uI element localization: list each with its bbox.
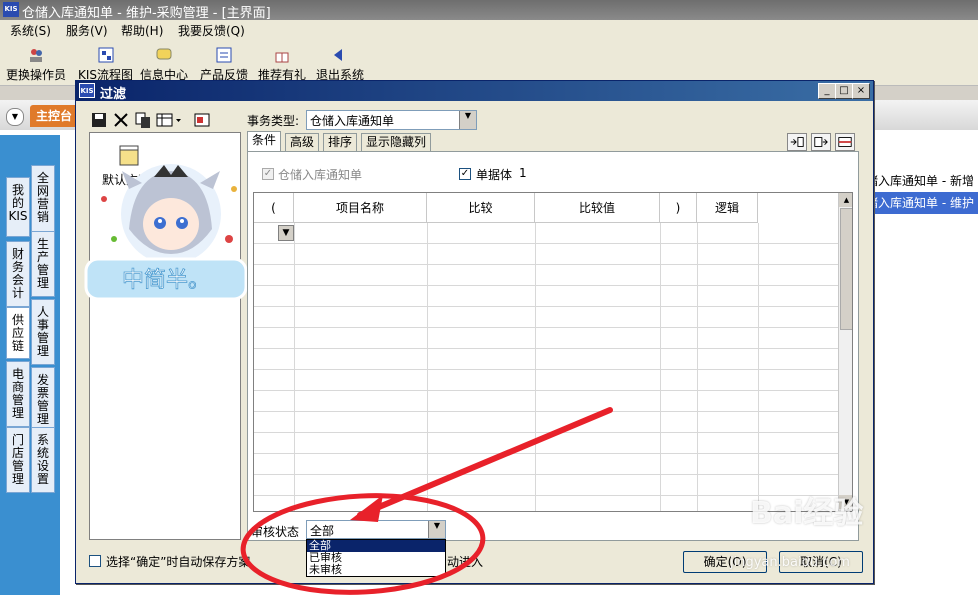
single-body-label: 单据体 <box>476 168 513 182</box>
audit-option-unapproved[interactable]: 未审核 <box>307 564 445 576</box>
kis-flowchart-button[interactable]: KIS流程图 <box>78 46 133 83</box>
audit-status-select[interactable]: 全部 ▼ <box>306 520 446 539</box>
flowchart-icon <box>98 47 114 63</box>
auto-enter-label: 动进入 <box>447 555 484 569</box>
sidebar-item-settings[interactable]: 系统设置 <box>31 427 55 493</box>
sidebar-item-my-kis[interactable]: 我的KIS <box>6 177 30 237</box>
users-icon <box>30 49 42 62</box>
chevron-down-icon[interactable]: ▼ <box>6 108 24 126</box>
app-logo: KIS <box>3 2 19 17</box>
vertical-scrollbar[interactable]: ▲ ▼ <box>838 193 852 511</box>
sidebar-item-store[interactable]: 门店管理 <box>6 427 30 493</box>
sidebar-item-hr[interactable]: 人事管理 <box>31 299 55 365</box>
table-row[interactable] <box>254 286 838 307</box>
app-titlebar: KIS 仓储入库通知单 - 维护-采购管理 - [主界面] <box>0 0 978 21</box>
exit-system-button[interactable]: 退出系统 <box>316 46 364 83</box>
table-row[interactable] <box>254 454 838 475</box>
table-row[interactable]: ▼ <box>254 223 838 244</box>
sidebar-item-supply-chain[interactable]: 供应链 <box>6 307 30 359</box>
column-header: ( <box>254 193 294 223</box>
audit-status-label: 审核状态 <box>251 525 300 539</box>
tab-conditions[interactable]: 条件 <box>247 131 282 152</box>
copy-icon[interactable] <box>134 111 152 129</box>
menu-service[interactable]: 服务(V) <box>66 22 108 39</box>
voucher-checkbox-label: 仓储入库通知单 <box>278 168 363 182</box>
condition-grid: ( 项目名称 比较 比较值 ) 逻辑 ▼ ▲ ▼ <box>253 192 853 512</box>
column-header: 比较值 <box>535 193 660 223</box>
column-header: 比较 <box>427 193 535 223</box>
table-row[interactable] <box>254 244 838 265</box>
dialog-logo: KIS <box>79 83 95 98</box>
sticker-text: 中简半。 <box>122 268 210 293</box>
audit-status-dropdown: 全部 已审核 未审核 <box>306 539 446 577</box>
transaction-type-select[interactable]: 仓储入库通知单 ▼ <box>306 110 477 130</box>
transaction-type-label: 事务类型: <box>247 114 300 128</box>
table-row[interactable] <box>254 349 838 370</box>
chat-icon <box>156 48 172 60</box>
append-row-icon[interactable] <box>811 133 831 151</box>
feedback-icon <box>216 47 232 63</box>
sidebar-item-ecommerce[interactable]: 电商管理 <box>6 361 30 427</box>
menu-system[interactable]: 系统(S) <box>10 22 51 39</box>
recommend-gift-button[interactable]: 推荐有礼 <box>258 46 306 83</box>
delete-row-icon[interactable] <box>835 133 855 151</box>
menu-feedback[interactable]: 我要反馈(Q) <box>178 22 245 39</box>
columns-dropdown-icon[interactable] <box>156 111 182 129</box>
dialog-titlebar: KIS 过滤 _ □ × <box>76 81 873 102</box>
change-operator-button[interactable]: 更换操作员 <box>6 46 66 83</box>
minimize-button[interactable]: _ <box>818 83 836 99</box>
delete-icon[interactable] <box>112 111 130 129</box>
column-header: 项目名称 <box>294 193 427 223</box>
watermark-logo: Bai经验 <box>750 496 864 531</box>
chevron-down-icon[interactable]: ▼ <box>278 225 294 241</box>
list-item[interactable]: 储入库通知单 - 维护 <box>860 192 978 214</box>
sidebar-item-finance[interactable]: 财务会计 <box>6 241 30 307</box>
tab-sort[interactable]: 排序 <box>323 133 358 151</box>
sidebar-nav: 我的KIS 全网营销 财务会计 生产管理 供应链 人事管理 电商管理 发票管理 … <box>0 135 60 595</box>
app-title: 仓储入库通知单 - 维护-采购管理 - [主界面] <box>22 6 271 21</box>
product-feedback-button[interactable]: 产品反馈 <box>200 46 248 83</box>
gift-icon <box>275 52 289 63</box>
single-body-checkbox[interactable]: ✓ <box>459 168 471 180</box>
menu-bar: 系统(S) 服务(V) 帮助(H) 我要反馈(Q) <box>0 20 978 40</box>
anime-sticker: 中简半。 <box>84 159 258 309</box>
table-row[interactable] <box>254 412 838 433</box>
export-icon[interactable] <box>193 111 211 129</box>
conditions-panel: ✓ 仓储入库通知单 ✓ 单据体 1 ( 项目名称 比较 比较值 ) 逻辑 ▼ ▲… <box>247 151 859 541</box>
anime-illustration: 中简半。 <box>84 164 248 301</box>
table-row[interactable] <box>254 328 838 349</box>
list-item[interactable]: 储入库通知单 - 新增 <box>860 170 978 192</box>
chevron-down-icon[interactable]: ▼ <box>428 521 445 538</box>
table-row[interactable] <box>254 391 838 412</box>
column-header: ) <box>660 193 697 223</box>
table-row[interactable] <box>254 265 838 286</box>
tab-advanced[interactable]: 高级 <box>285 133 320 151</box>
exit-icon <box>334 49 342 61</box>
menu-help[interactable]: 帮助(H) <box>121 22 163 39</box>
single-body-count: 1 <box>519 166 527 180</box>
watermark-url: jingyan.baidu.com <box>730 555 850 570</box>
column-header: 逻辑 <box>697 193 758 223</box>
insert-row-icon[interactable] <box>787 133 807 151</box>
function-list: 储入库通知单 - 新增 储入库通知单 - 维护 <box>860 170 978 214</box>
scroll-thumb[interactable] <box>840 208 852 330</box>
tab-show-hidden-columns[interactable]: 显示隐藏列 <box>361 133 432 151</box>
scroll-up-icon[interactable]: ▲ <box>839 193 852 207</box>
table-row[interactable] <box>254 370 838 391</box>
table-row[interactable] <box>254 433 838 454</box>
sidebar-item-production[interactable]: 生产管理 <box>31 231 55 297</box>
save-icon[interactable] <box>90 111 108 129</box>
voucher-checkbox[interactable]: ✓ <box>262 168 274 180</box>
maximize-button[interactable]: □ <box>835 83 853 99</box>
sidebar-item-invoice[interactable]: 发票管理 <box>31 367 55 433</box>
table-row[interactable] <box>254 307 838 328</box>
autosave-checkbox[interactable] <box>89 555 101 567</box>
close-button[interactable]: × <box>852 83 870 99</box>
autosave-label: 选择“确定”时自动保存方案 <box>106 555 251 569</box>
chevron-down-icon[interactable]: ▼ <box>459 111 476 129</box>
dialog-title: 过滤 <box>100 87 127 102</box>
info-center-button[interactable]: 信息中心 <box>140 46 188 83</box>
